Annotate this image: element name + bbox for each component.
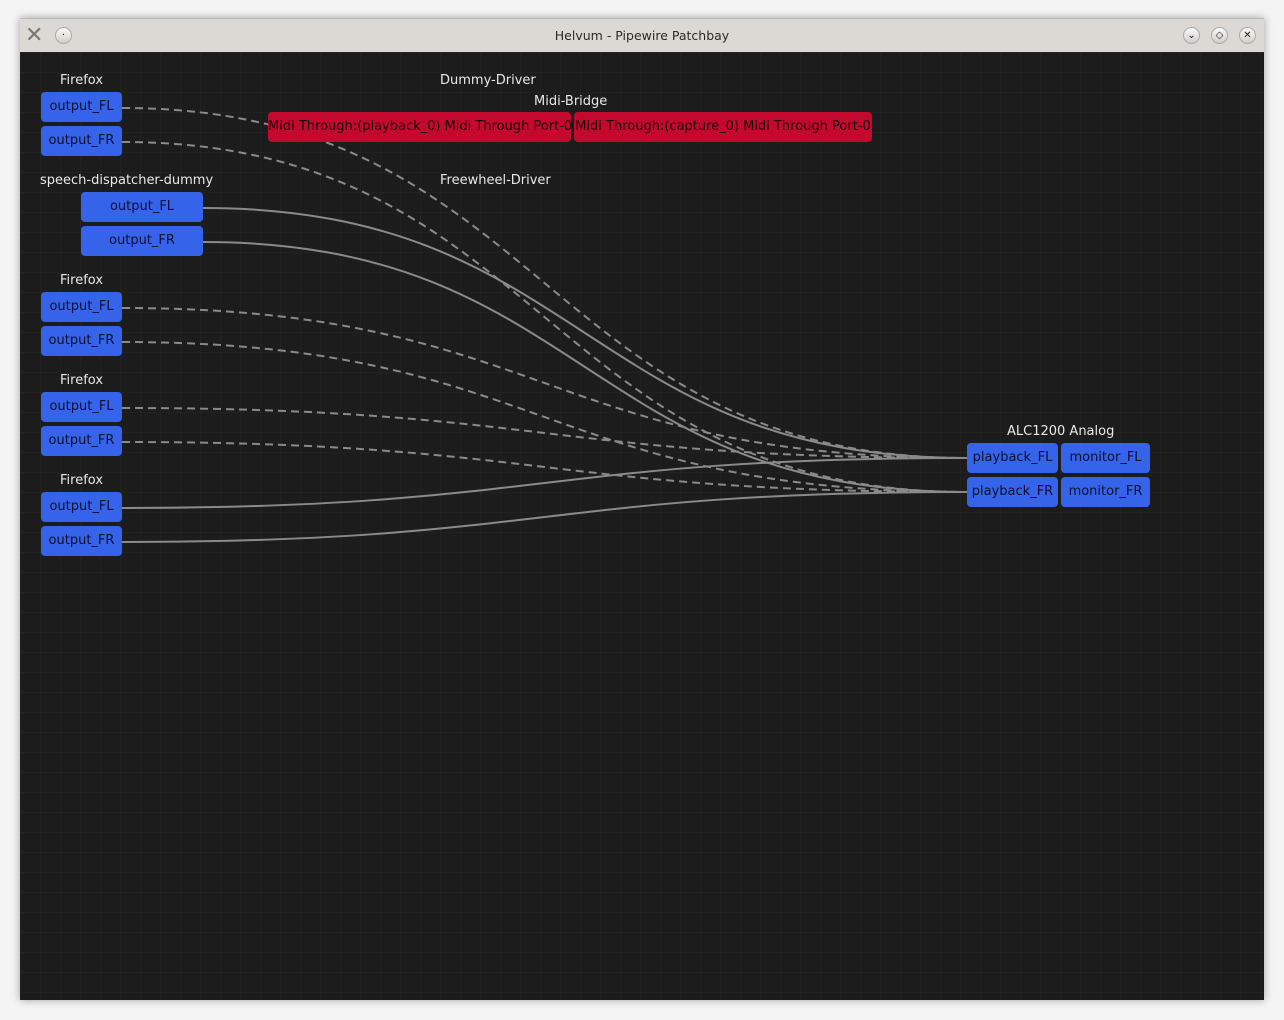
port-output-fr[interactable]: output_FR xyxy=(41,326,122,356)
window-title: Helvum - Pipewire Patchbay xyxy=(554,28,730,43)
port-output-fr[interactable]: output_FR xyxy=(81,226,203,256)
link-line xyxy=(121,307,968,459)
link-line xyxy=(121,491,968,543)
node-title: Firefox xyxy=(60,273,104,288)
node-title: Firefox xyxy=(60,473,104,488)
node-title: Dummy-Driver xyxy=(440,73,536,88)
port-playback-fr[interactable]: playback_FR xyxy=(967,477,1058,507)
minimize-button[interactable]: ⌄ xyxy=(1183,27,1200,44)
link-line xyxy=(121,407,968,459)
port-playback-fl[interactable]: playback_FL xyxy=(967,443,1058,473)
node-title: Freewheel-Driver xyxy=(440,173,551,188)
link-line xyxy=(202,241,968,493)
port-output-fr[interactable]: output_FR xyxy=(41,526,122,556)
port-output-fl[interactable]: output_FL xyxy=(41,92,122,122)
node-title: speech-dispatcher-dummy xyxy=(40,173,214,188)
port-midi-playback[interactable]: Midi Through:(playback_0) Midi Through P… xyxy=(268,112,572,142)
port-output-fl[interactable]: output_FL xyxy=(41,292,122,322)
maximize-button[interactable]: ◇ xyxy=(1211,27,1228,44)
port-output-fr[interactable]: output_FR xyxy=(41,426,122,456)
port-monitor-fl[interactable]: monitor_FL xyxy=(1061,443,1150,473)
link-line xyxy=(121,341,968,493)
port-output-fr[interactable]: output_FR xyxy=(41,126,122,156)
graph-canvas[interactable]: Firefox output_FL output_FR speech-dispa… xyxy=(20,52,1264,1000)
port-output-fl[interactable]: output_FL xyxy=(81,192,203,222)
node-title: Firefox xyxy=(60,73,104,88)
helvum-window: ✕ · Helvum - Pipewire Patchbay ⌄ ◇ ✕ Fir… xyxy=(20,18,1264,1000)
links-layer xyxy=(121,107,968,543)
close-button[interactable]: ✕ xyxy=(1239,27,1256,44)
link-line xyxy=(121,107,968,459)
port-output-fl[interactable]: output_FL xyxy=(41,392,122,422)
node-title: ALC1200 Analog xyxy=(1007,424,1115,439)
node-title: Midi-Bridge xyxy=(534,94,608,109)
port-midi-capture[interactable]: Midi Through:(capture_0) Midi Through Po… xyxy=(574,112,872,142)
link-line xyxy=(121,457,968,509)
port-output-fl[interactable]: output_FL xyxy=(41,492,122,522)
port-monitor-fr[interactable]: monitor_FR xyxy=(1061,477,1150,507)
title-bar: ✕ · Helvum - Pipewire Patchbay ⌄ ◇ ✕ xyxy=(20,18,1264,52)
link-line xyxy=(121,141,968,493)
node-title: Firefox xyxy=(60,373,104,388)
link-line xyxy=(121,441,968,493)
link-line xyxy=(202,207,968,459)
